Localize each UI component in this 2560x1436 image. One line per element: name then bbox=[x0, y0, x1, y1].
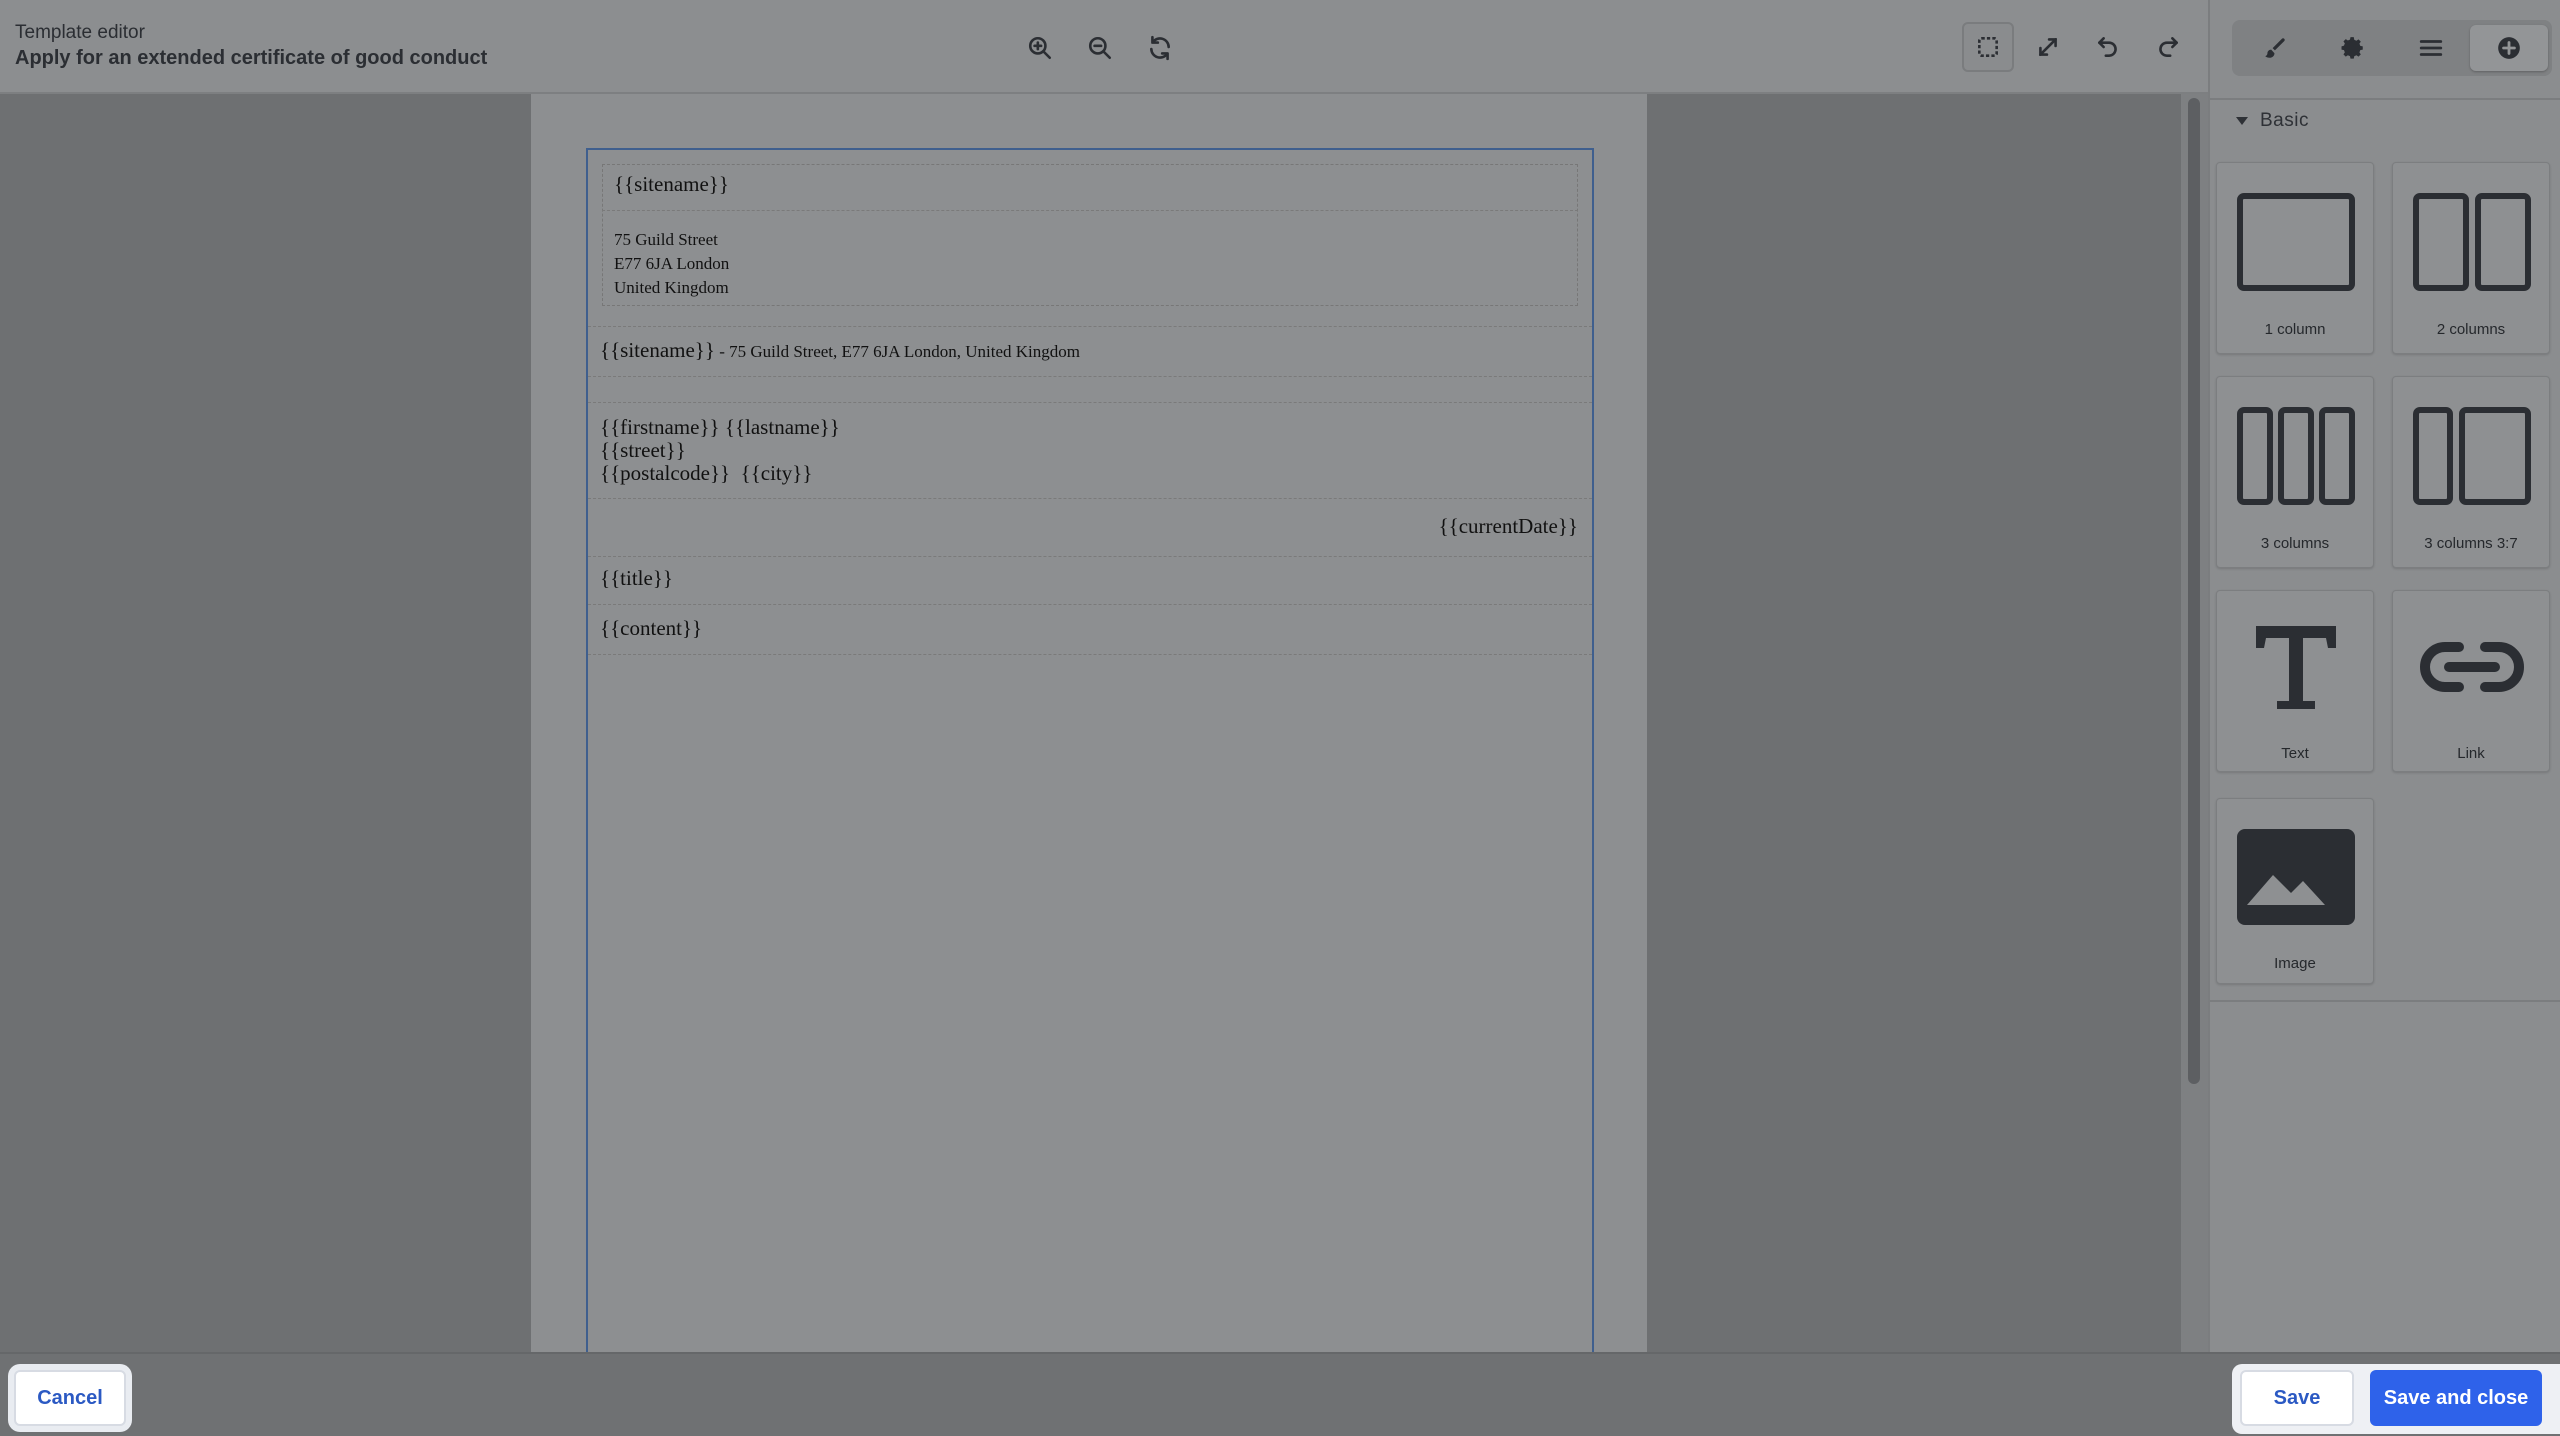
image-icon bbox=[2237, 829, 2355, 925]
page-title: Apply for an extended certificate of goo… bbox=[15, 47, 488, 69]
row-divider bbox=[588, 498, 1592, 499]
row-divider bbox=[588, 556, 1592, 557]
block-image[interactable]: Image bbox=[2216, 798, 2374, 984]
letterhead-block[interactable] bbox=[602, 164, 1578, 306]
link-icon bbox=[2420, 642, 2524, 692]
basic-section-header[interactable]: Basic bbox=[2236, 110, 2309, 132]
letter-content[interactable]: {{content}} bbox=[600, 616, 702, 641]
row-divider bbox=[588, 376, 1592, 377]
zoom-controls bbox=[1020, 28, 1180, 68]
top-bar: Template editor Apply for an extended ce… bbox=[0, 0, 2208, 94]
two-columns-icon bbox=[2413, 193, 2531, 291]
block-link[interactable]: Link bbox=[2392, 590, 2550, 772]
recipient-street: {{street}} bbox=[600, 438, 686, 462]
recipient-name: {{firstname}} {{lastname}} bbox=[600, 415, 840, 439]
undo-icon[interactable] bbox=[2082, 22, 2134, 72]
panel-tabs bbox=[2232, 20, 2552, 76]
letterhead-divider bbox=[602, 210, 1578, 211]
basic-section-label: Basic bbox=[2260, 110, 2309, 131]
letterhead-sitename[interactable]: {{sitename}} bbox=[614, 172, 729, 197]
letter-title[interactable]: {{title}} bbox=[600, 566, 673, 591]
zoom-out-icon[interactable] bbox=[1080, 28, 1120, 68]
caret-down-icon bbox=[2236, 117, 2248, 125]
block-label: 2 columns bbox=[2436, 321, 2506, 338]
footer-bar: Cancel Save Save and close bbox=[0, 1352, 2560, 1436]
brush-icon[interactable] bbox=[2236, 25, 2314, 71]
recipient-city: {{postalcode}} {{city}} bbox=[600, 461, 813, 485]
canvas-background-right bbox=[1647, 94, 2181, 1352]
sender-address: - 75 Guild Street, E77 6JA London, Unite… bbox=[714, 342, 1080, 361]
block-text[interactable]: Text bbox=[2216, 590, 2374, 772]
block-1-column[interactable]: 1 column bbox=[2216, 162, 2374, 354]
one-column-icon bbox=[2237, 193, 2355, 291]
block-3-columns-3-7[interactable]: 3 columns 3:7 bbox=[2392, 376, 2550, 568]
canvas-scrollbar-thumb[interactable] bbox=[2188, 98, 2200, 1084]
columns-3-7-icon bbox=[2413, 407, 2531, 505]
template-body[interactable]: {{sitename}} 75 Guild Street E77 6JA Lon… bbox=[586, 148, 1594, 1358]
fullscreen-icon[interactable] bbox=[2022, 22, 2074, 72]
block-label: Image bbox=[2274, 955, 2316, 972]
current-date[interactable]: {{currentDate}} bbox=[1439, 514, 1578, 539]
text-icon bbox=[2256, 626, 2336, 709]
select-box-icon[interactable] bbox=[1962, 22, 2014, 72]
block-label: 3 columns bbox=[2260, 535, 2330, 552]
save-button[interactable]: Save bbox=[2240, 1370, 2354, 1426]
address-line: 75 Guild Street bbox=[614, 230, 718, 249]
row-divider bbox=[588, 326, 1592, 327]
layers-icon[interactable] bbox=[2392, 25, 2470, 71]
sender-line[interactable]: {{sitename}} - 75 Guild Street, E77 6JA … bbox=[600, 338, 1080, 363]
redo-icon[interactable] bbox=[2142, 22, 2194, 72]
row-divider bbox=[588, 654, 1592, 655]
save-and-close-button[interactable]: Save and close bbox=[2370, 1370, 2542, 1426]
canvas-background-left bbox=[0, 94, 531, 1352]
refresh-icon[interactable] bbox=[1140, 28, 1180, 68]
recipient-address[interactable]: {{firstname}} {{lastname}} {{street}} {{… bbox=[600, 416, 840, 485]
row-divider bbox=[588, 604, 1592, 605]
panel-divider bbox=[2210, 98, 2560, 100]
zoom-in-icon[interactable] bbox=[1020, 28, 1060, 68]
row-divider bbox=[588, 402, 1592, 403]
gear-icon[interactable] bbox=[2314, 25, 2392, 71]
block-2-columns[interactable]: 2 columns bbox=[2392, 162, 2550, 354]
three-columns-icon bbox=[2237, 407, 2355, 505]
add-icon[interactable] bbox=[2470, 25, 2548, 71]
panel-divider bbox=[2210, 1000, 2560, 1002]
block-label: Text bbox=[2281, 745, 2309, 762]
block-label: 1 column bbox=[2264, 321, 2326, 338]
address-line: United Kingdom bbox=[614, 278, 729, 297]
block-label: Link bbox=[2457, 745, 2485, 762]
editor-subtitle: Template editor bbox=[15, 22, 145, 43]
sender-sitename: {{sitename}} bbox=[600, 338, 715, 362]
cancel-button[interactable]: Cancel bbox=[14, 1370, 126, 1426]
blocks-panel: Basic 1 column 2 columns 3 columns 3 col… bbox=[2208, 0, 2560, 1352]
block-3-columns[interactable]: 3 columns bbox=[2216, 376, 2374, 568]
letterhead-address[interactable]: 75 Guild Street E77 6JA London United Ki… bbox=[614, 228, 729, 300]
address-line: E77 6JA London bbox=[614, 254, 730, 273]
block-label: 3 columns 3:7 bbox=[2424, 535, 2518, 552]
view-tools bbox=[1962, 22, 2194, 72]
